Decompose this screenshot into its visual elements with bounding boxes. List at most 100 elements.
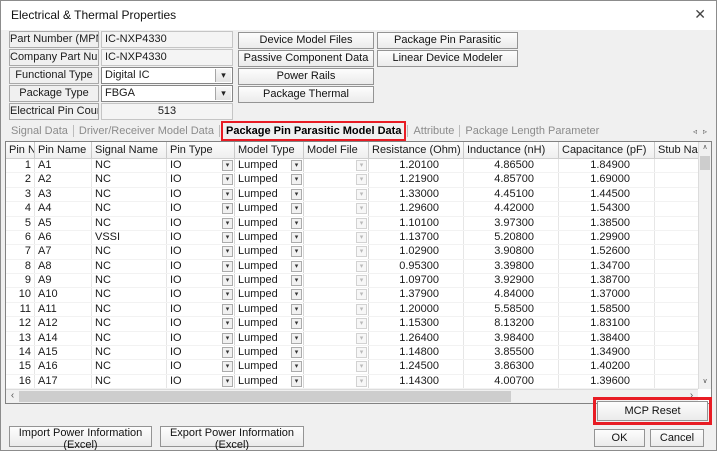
column-header-inductance-nh[interactable]: Inductance (nH) (464, 142, 559, 158)
tab-package-pin-parasitic-model-data[interactable]: Package Pin Parasitic Model Data (221, 121, 406, 141)
chevron-down-icon[interactable]: ▾ (222, 318, 233, 329)
vertical-scrollbar[interactable]: ∧ ∨ (698, 142, 711, 389)
power-rails-button[interactable]: Power Rails (238, 68, 374, 85)
chevron-down-icon[interactable]: ▾ (222, 160, 233, 171)
chevron-down-icon[interactable]: ▾ (291, 218, 302, 229)
model-type-value: Lumped (238, 231, 278, 243)
table-row[interactable]: 7A7NCIO▾Lumped▾▾1.029003.908001.52600 (6, 245, 711, 259)
chevron-down-icon[interactable]: ▾ (291, 160, 302, 171)
table-row[interactable]: 4A4NCIO▾Lumped▾▾1.296004.420001.54300 (6, 202, 711, 216)
tab-signal-data[interactable]: Signal Data (7, 123, 72, 139)
table-row[interactable]: 3A3NCIO▾Lumped▾▾1.330004.451001.44500 (6, 188, 711, 202)
import-power-information-button[interactable]: Import Power Information (Excel) (9, 426, 152, 447)
cell-name: A16 (35, 360, 92, 373)
chevron-down-icon[interactable]: ▾ (222, 232, 233, 243)
linear-device-modeler-button[interactable]: Linear Device Modeler (377, 50, 518, 67)
tab-attribute[interactable]: Attribute (409, 123, 458, 139)
chevron-down-icon[interactable]: ▾ (291, 376, 302, 387)
cell-no: 2 (6, 173, 35, 186)
chevron-down-icon[interactable]: ▾ (222, 203, 233, 214)
column-header-capacitance-pf[interactable]: Capacitance (pF) (559, 142, 655, 158)
chevron-down-icon[interactable]: ▾ (215, 69, 231, 82)
column-header-signal-name[interactable]: Signal Name (92, 142, 167, 158)
column-header-stub-nar[interactable]: Stub Nar (655, 142, 698, 158)
cell-model-type: Lumped▾ (235, 159, 304, 172)
chevron-down-icon: ▾ (356, 275, 367, 286)
cell-res: 1.26400 (369, 332, 464, 345)
scroll-up-icon[interactable]: ∧ (699, 142, 711, 155)
chevron-down-icon[interactable]: ▾ (222, 174, 233, 185)
table-row[interactable]: 10A10NCIO▾Lumped▾▾1.379004.840001.37000 (6, 288, 711, 302)
table-row[interactable]: 14A15NCIO▾Lumped▾▾1.148003.855001.34900 (6, 346, 711, 360)
column-header-pin-no[interactable]: Pin No (6, 142, 35, 158)
tab-scroll-right-icon[interactable]: ▹ (703, 127, 707, 136)
chevron-down-icon[interactable]: ▾ (291, 189, 302, 200)
table-row[interactable]: 9A9NCIO▾Lumped▾▾1.097003.929001.38700 (6, 274, 711, 288)
table-row[interactable]: 8A8NCIO▾Lumped▾▾0.953003.398001.34700 (6, 260, 711, 274)
chevron-down-icon[interactable]: ▾ (222, 347, 233, 358)
company-part-number-field[interactable]: IC-NXP4330 (101, 49, 233, 66)
chevron-down-icon[interactable]: ▾ (222, 189, 233, 200)
package-pin-parasitic-modeler-button[interactable]: Package Pin Parasitic Modeler (377, 32, 518, 49)
chevron-down-icon[interactable]: ▾ (291, 232, 302, 243)
table-row[interactable]: 12A12NCIO▾Lumped▾▾1.153008.132001.83100 (6, 317, 711, 331)
cell-ind: 3.39800 (464, 260, 559, 273)
export-power-information-button[interactable]: Export Power Information (Excel) (160, 426, 304, 447)
passive-component-data-button[interactable]: Passive Component Data (238, 50, 374, 67)
scroll-left-icon[interactable]: ‹ (6, 390, 19, 403)
table-row[interactable]: 15A16NCIO▾Lumped▾▾1.245003.863001.40200 (6, 360, 711, 374)
table-row[interactable]: 16A17NCIO▾Lumped▾▾1.143004.007001.39600 (6, 375, 711, 389)
chevron-down-icon[interactable]: ▾ (222, 289, 233, 300)
mcp-reset-annotation-box: MCP Reset (593, 397, 712, 425)
column-header-model-type[interactable]: Model Type (235, 142, 304, 158)
table-row[interactable]: 5A5NCIO▾Lumped▾▾1.101003.973001.38500 (6, 217, 711, 231)
chevron-down-icon[interactable]: ▾ (222, 304, 233, 315)
cell-model-type: Lumped▾ (235, 346, 304, 359)
chevron-down-icon[interactable]: ▾ (222, 376, 233, 387)
horizontal-scrollbar-thumb[interactable] (19, 391, 511, 402)
package-thermal-button[interactable]: Package Thermal (238, 86, 374, 103)
table-row[interactable]: 1A1NCIO▾Lumped▾▾1.201004.865001.84900 (6, 159, 711, 173)
table-row[interactable]: 2A2NCIO▾Lumped▾▾1.219004.857001.69000 (6, 173, 711, 187)
chevron-down-icon[interactable]: ▾ (291, 174, 302, 185)
cell-signal: NC (92, 274, 167, 287)
chevron-down-icon[interactable]: ▾ (222, 261, 233, 272)
chevron-down-icon[interactable]: ▾ (291, 203, 302, 214)
column-header-pin-name[interactable]: Pin Name (35, 142, 92, 158)
part-number-mpn-field[interactable]: IC-NXP4330 (101, 31, 233, 48)
chevron-down-icon[interactable]: ▾ (291, 347, 302, 358)
chevron-down-icon[interactable]: ▾ (291, 289, 302, 300)
cell-name: A11 (35, 303, 92, 316)
package-type-dropdown[interactable]: FBGA▾ (101, 85, 233, 102)
tab-scroll-left-icon[interactable]: ◃ (693, 127, 697, 136)
mcp-reset-button[interactable]: MCP Reset (597, 401, 708, 421)
chevron-down-icon[interactable]: ▾ (291, 246, 302, 257)
cancel-button[interactable]: Cancel (650, 429, 704, 447)
chevron-down-icon[interactable]: ▾ (222, 218, 233, 229)
chevron-down-icon[interactable]: ▾ (222, 246, 233, 257)
column-header-model-file[interactable]: Model File (304, 142, 369, 158)
vertical-scrollbar-thumb[interactable] (700, 156, 710, 170)
chevron-down-icon[interactable]: ▾ (291, 304, 302, 315)
close-icon[interactable]: ✕ (694, 6, 706, 23)
chevron-down-icon[interactable]: ▾ (291, 361, 302, 372)
tab-driver-receiver-model-data[interactable]: Driver/Receiver Model Data (75, 123, 218, 139)
chevron-down-icon[interactable]: ▾ (222, 333, 233, 344)
tab-package-length-parameter[interactable]: Package Length Parameter (461, 123, 603, 139)
chevron-down-icon[interactable]: ▾ (291, 275, 302, 286)
functional-type-dropdown[interactable]: Digital IC▾ (101, 67, 233, 84)
column-header-resistance-ohm[interactable]: Resistance (Ohm) (369, 142, 464, 158)
column-header-pin-type[interactable]: Pin Type (167, 142, 235, 158)
chevron-down-icon[interactable]: ▾ (291, 318, 302, 329)
chevron-down-icon[interactable]: ▾ (291, 261, 302, 272)
device-model-files-button[interactable]: Device Model Files (238, 32, 374, 49)
chevron-down-icon[interactable]: ▾ (291, 333, 302, 344)
chevron-down-icon[interactable]: ▾ (222, 275, 233, 286)
chevron-down-icon[interactable]: ▾ (222, 361, 233, 372)
table-row[interactable]: 13A14NCIO▾Lumped▾▾1.264003.984001.38400 (6, 332, 711, 346)
scroll-down-icon[interactable]: ∨ (699, 376, 711, 389)
table-row[interactable]: 6A6VSSIIO▾Lumped▾▾1.137005.208001.29900 (6, 231, 711, 245)
table-row[interactable]: 11A11NCIO▾Lumped▾▾1.200005.585001.58500 (6, 303, 711, 317)
ok-button[interactable]: OK (594, 429, 645, 447)
chevron-down-icon[interactable]: ▾ (215, 87, 231, 100)
